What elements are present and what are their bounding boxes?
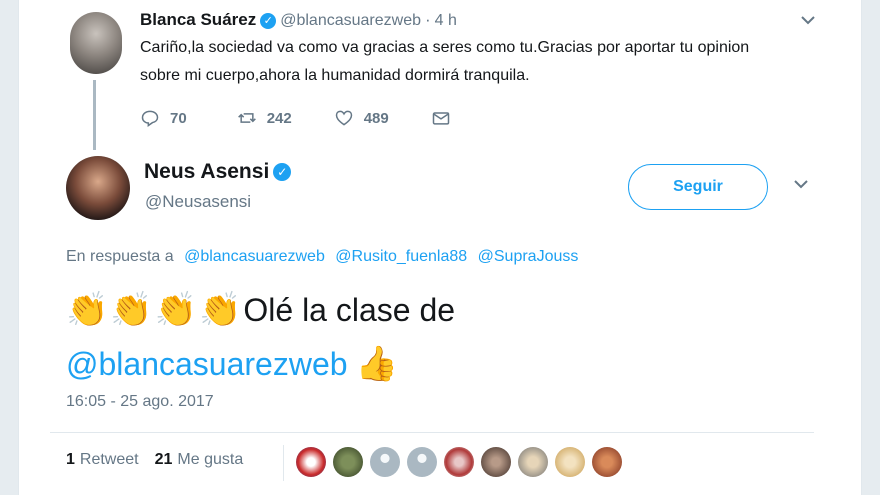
- retweet-stat-count: 1: [66, 451, 75, 468]
- clapping-hands-emoji: 👏: [66, 291, 109, 329]
- verified-badge-icon: ✓: [273, 163, 292, 181]
- chevron-down-icon[interactable]: [793, 176, 809, 194]
- avatar-blanca[interactable]: [70, 12, 122, 74]
- reply-mention[interactable]: @blancasuarezweb: [184, 248, 325, 265]
- liker-avatar[interactable]: [592, 447, 622, 477]
- reply-mention[interactable]: @Rusito_fuenla88: [335, 248, 467, 265]
- liker-avatar[interactable]: [296, 447, 326, 477]
- reply-mention[interactable]: @SupraJouss: [478, 248, 579, 265]
- tweet2-timestamp[interactable]: 16:05 - 25 ago. 2017: [66, 393, 214, 411]
- clapping-hands-emoji: 👏: [110, 291, 153, 329]
- thumbs-up-emoji: 👍: [355, 345, 398, 383]
- tweet2-body: Olé la clase de: [243, 292, 456, 328]
- tweet2-author-name-row: Neus Asensi ✓: [144, 160, 292, 184]
- dm-button[interactable]: [431, 108, 451, 128]
- verified-badge-icon: ✓: [260, 13, 277, 29]
- liker-avatar[interactable]: [555, 447, 585, 477]
- retweet-icon: [237, 113, 256, 123]
- reply-prefix: En respuesta a: [66, 248, 174, 265]
- like-stat[interactable]: 21 Me gusta: [155, 451, 244, 469]
- stats-divider: [283, 445, 284, 481]
- like-stat-label: Me gusta: [177, 451, 244, 468]
- liker-avatar[interactable]: [370, 447, 400, 477]
- reply-icon: [141, 110, 159, 127]
- tweet1-actions: 70 242 489: [140, 105, 451, 131]
- like-stat-count: 21: [154, 451, 173, 468]
- liker-avatar[interactable]: [407, 447, 437, 477]
- tweet1-author-handle[interactable]: @blancasuarezweb: [280, 12, 421, 29]
- retweet-count: 242: [266, 109, 292, 127]
- retweet-button[interactable]: 242: [237, 108, 292, 128]
- likers-avatars: [296, 447, 629, 477]
- reply-context: En respuesta a @blancasuarezweb @Rusito_…: [66, 248, 578, 266]
- chevron-down-icon[interactable]: [800, 12, 816, 30]
- heart-icon: [335, 110, 352, 126]
- clapping-hands-emoji: 👏: [199, 291, 242, 329]
- tweet1-header: Blanca Suárez ✓ @blancasuarezweb · 4 h: [140, 10, 457, 30]
- tweet1-text: Cariño,la sociedad va como va gracias a …: [140, 39, 750, 84]
- thread-connector: [93, 80, 96, 150]
- tweet2-author-handle[interactable]: @Neusasensi: [145, 192, 251, 212]
- liker-avatar[interactable]: [333, 447, 363, 477]
- tweet2-mention-link[interactable]: @blancasuarezweb: [66, 346, 348, 382]
- divider: [50, 432, 814, 433]
- tweet1-separator: ·: [425, 10, 431, 29]
- tweet2-stats: 1 Retweet 21 Me gusta: [66, 451, 243, 469]
- liker-avatar[interactable]: [444, 447, 474, 477]
- liker-avatar[interactable]: [481, 447, 511, 477]
- tweet2-author-name[interactable]: Neus Asensi: [144, 160, 269, 183]
- like-count: 489: [363, 109, 389, 127]
- like-button[interactable]: 489: [334, 108, 389, 128]
- clapping-hands-emoji: 👏: [154, 291, 198, 329]
- reply-count: 70: [170, 109, 187, 127]
- tweet1-time[interactable]: 4 h: [435, 12, 457, 29]
- retweet-stat[interactable]: 1 Retweet: [66, 451, 139, 469]
- avatar-neus[interactable]: [66, 156, 130, 220]
- reply-button[interactable]: 70: [140, 108, 187, 128]
- tweet2-text: 👏👏👏👏Olé la clase de @blancasuarezweb 👍: [66, 283, 786, 391]
- retweet-stat-label: Retweet: [79, 451, 139, 468]
- follow-button[interactable]: Seguir: [628, 164, 768, 210]
- tweet1-author-name[interactable]: Blanca Suárez: [140, 10, 256, 29]
- envelope-icon: [432, 112, 449, 125]
- liker-avatar[interactable]: [518, 447, 548, 477]
